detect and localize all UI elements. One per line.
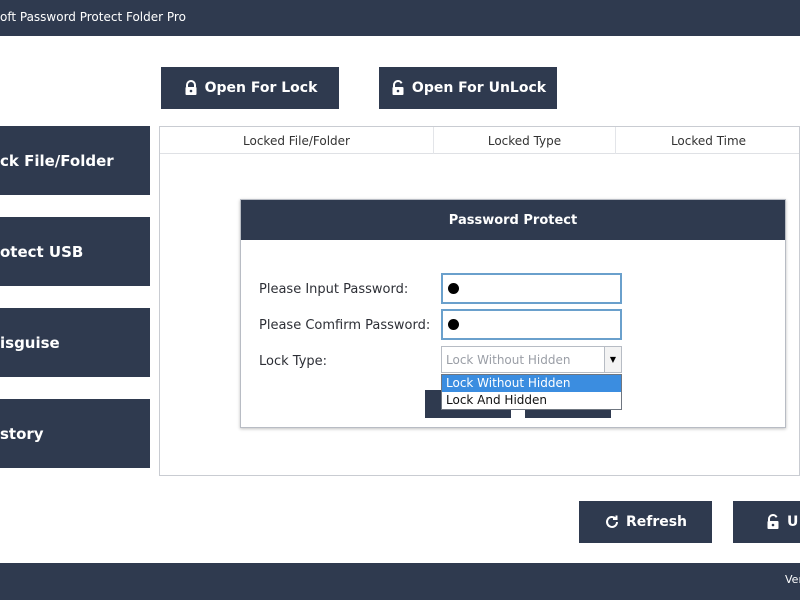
sidebar-item-disguise[interactable]: isguise <box>0 308 150 377</box>
open-for-lock-label: Open For Lock <box>204 80 318 96</box>
refresh-button[interactable]: Refresh <box>579 501 712 543</box>
sidebar-item-label: isguise <box>0 333 60 352</box>
unlock-button[interactable]: U <box>733 501 800 543</box>
sidebar-item-protect-usb[interactable]: otect USB <box>0 217 150 286</box>
sidebar-item-history[interactable]: story <box>0 399 150 468</box>
confirm-password-label: Please Comfirm Password: <box>259 318 431 333</box>
unlock-label: U <box>787 514 799 530</box>
column-header-locked-type[interactable]: Locked Type <box>433 127 615 154</box>
chevron-down-icon[interactable]: ▼ <box>604 347 621 372</box>
option-lock-without-hidden[interactable]: Lock Without Hidden <box>442 375 621 392</box>
lock-type-select[interactable]: Lock Without Hidden ▼ <box>441 346 622 373</box>
unlock-icon <box>765 514 781 530</box>
sidebar-item-lock-file-folder[interactable]: ck File/Folder <box>0 126 150 195</box>
version-text: Ver <box>785 573 800 586</box>
title-bar: oft Password Protect Folder Pro <box>0 0 800 36</box>
sidebar-item-label: ck File/Folder <box>0 151 114 170</box>
refresh-label: Refresh <box>625 514 688 530</box>
confirm-password-field[interactable] <box>441 309 622 340</box>
open-for-lock-button[interactable]: Open For Lock <box>161 67 339 109</box>
lock-type-selected-value: Lock Without Hidden <box>446 353 571 367</box>
lock-type-label: Lock Type: <box>259 354 328 369</box>
password-label: Please Input Password: <box>259 282 409 297</box>
open-for-unlock-label: Open For UnLock <box>411 80 547 96</box>
password-mask-dot <box>448 283 459 294</box>
column-header-locked-time[interactable]: Locked Time <box>615 127 800 154</box>
password-field[interactable] <box>441 273 622 304</box>
status-bar: Ver <box>0 563 800 600</box>
window-title: oft Password Protect Folder Pro <box>0 10 186 24</box>
password-mask-dot <box>448 319 459 330</box>
refresh-icon <box>604 514 620 530</box>
lock-icon <box>183 80 199 96</box>
column-header-locked-file-folder[interactable]: Locked File/Folder <box>160 127 433 154</box>
open-for-unlock-button[interactable]: Open For UnLock <box>379 67 557 109</box>
sidebar-item-label: otect USB <box>0 242 84 261</box>
lock-type-options-list: Lock Without Hidden Lock And Hidden <box>441 374 622 410</box>
dialog-title: Password Protect <box>241 200 785 240</box>
option-lock-and-hidden[interactable]: Lock And Hidden <box>442 392 621 409</box>
table-header: Locked File/Folder Locked Type Locked Ti… <box>160 127 799 154</box>
unlock-icon <box>390 80 406 96</box>
sidebar-item-label: story <box>0 424 44 443</box>
